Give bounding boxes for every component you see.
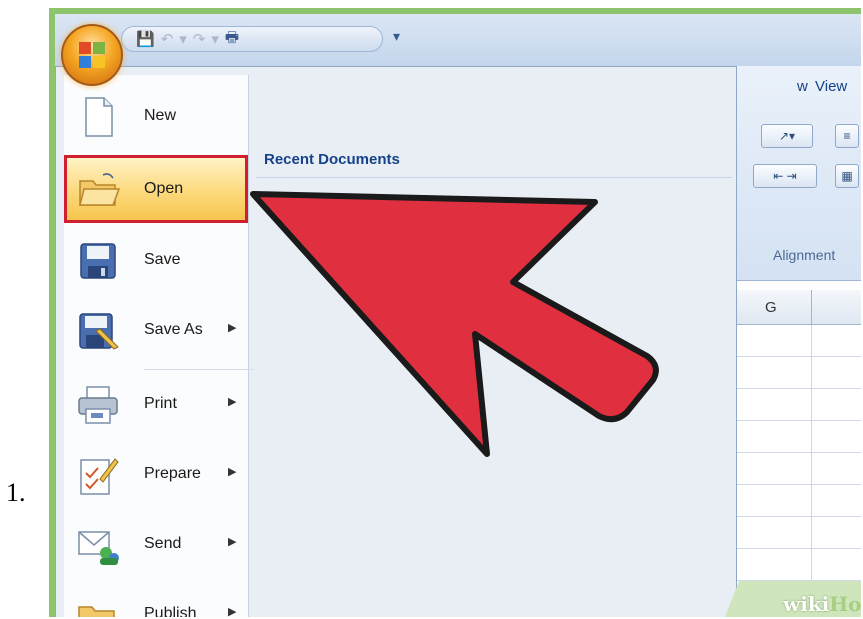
excel-window: 💾 ↶ ▾ ↷ ▾ 🖶 ▾ w View ↗▾ ≡ ⇤ ⇥ ▦ Alignmen… [55, 14, 861, 617]
step-number: 1. [6, 478, 26, 507]
office-button[interactable] [61, 24, 123, 86]
screenshot-frame: 💾 ↶ ▾ ↷ ▾ 🖶 ▾ w View ↗▾ ≡ ⇤ ⇥ ▦ Alignmen… [49, 8, 861, 617]
office-logo-icon [79, 42, 105, 68]
red-pointer-arrow [250, 191, 659, 457]
pointer-arrow-overlay [250, 191, 659, 457]
